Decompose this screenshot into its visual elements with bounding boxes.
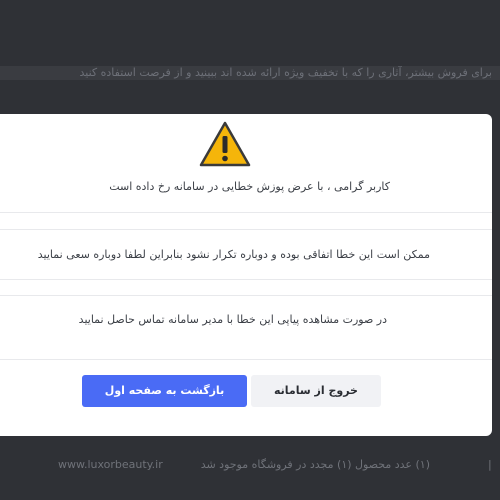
divider xyxy=(0,229,492,230)
footer-separator: | xyxy=(488,458,492,471)
error-dialog: کاربر گرامی ، با عرض پوزش خطایی در سامان… xyxy=(0,114,492,436)
divider xyxy=(0,212,492,213)
error-title: کاربر گرامی ، با عرض پوزش خطایی در سامان… xyxy=(109,180,390,193)
footer-site-link: www.luxorbeauty.ir xyxy=(58,458,163,471)
contact-admin-message: در صورت مشاهده پیاپی این خطا با مدیر سام… xyxy=(78,313,387,326)
background-banner-text: برای فروش بیشتر، آثاری را که با تخفیف وی… xyxy=(0,66,500,80)
divider xyxy=(0,359,492,360)
divider xyxy=(0,295,492,296)
logout-button[interactable]: خروج از سامانه xyxy=(251,375,381,407)
footer-message: (۱) عدد محصول (۱) مجدد در فروشگاه موجود … xyxy=(200,458,430,471)
back-to-home-button[interactable]: بازگشت به صفحه اول xyxy=(82,375,247,407)
warning-triangle-icon xyxy=(199,121,251,167)
divider xyxy=(0,279,492,280)
background-footer: www.luxorbeauty.ir (۱) عدد محصول (۱) مجد… xyxy=(0,452,500,478)
retry-message: ممکن است این خطا اتفاقی بوده و دوباره تک… xyxy=(37,248,430,261)
